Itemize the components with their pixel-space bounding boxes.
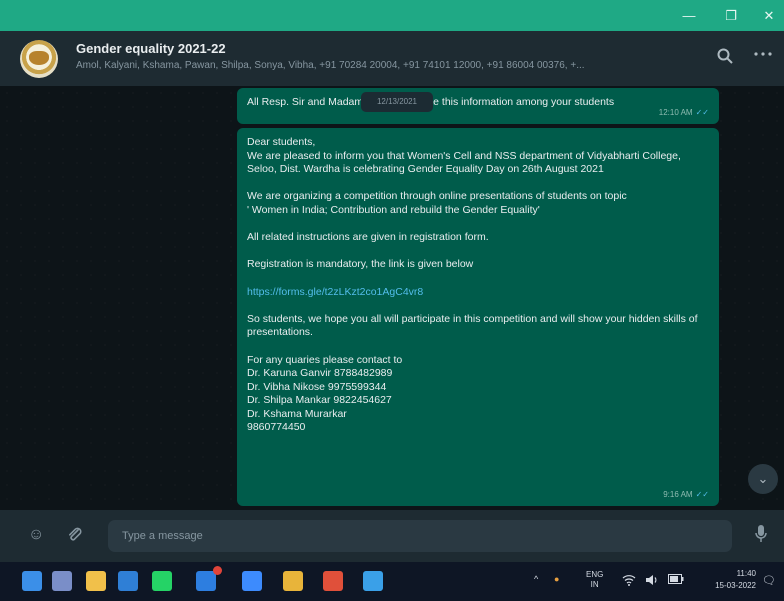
emoji-icon[interactable]: ☺	[28, 526, 50, 548]
date-chip: 12/13/2021	[361, 92, 433, 112]
office-icon[interactable]	[363, 571, 383, 591]
clock-time: 11:40	[736, 569, 756, 578]
notification-badge	[213, 566, 222, 575]
registration-link[interactable]: https://forms.gle/t2zLKzt2co1AgC4vr8	[247, 286, 709, 300]
message-line: Dr. Kshama Murarkar	[247, 407, 347, 420]
mail-icon[interactable]	[152, 571, 172, 591]
chat-messages-area[interactable]: All Resp. Sir and Madam please circulate…	[0, 86, 784, 510]
language-code: ENG	[586, 570, 604, 579]
message-bubble[interactable]: Dear students, We are pleased to inform …	[237, 128, 719, 506]
message-input[interactable]: Type a message	[108, 520, 732, 552]
group-avatar[interactable]	[20, 40, 58, 78]
window-titlebar: — ❐ ✕	[0, 0, 784, 31]
start-icon[interactable]	[22, 571, 42, 591]
clock-date: 15-03-2022	[715, 581, 756, 590]
message-time: 12:10 AM ✓✓	[659, 106, 709, 120]
read-receipt-icon: ✓✓	[695, 490, 709, 500]
whatsapp-icon[interactable]	[196, 571, 216, 591]
message-line	[247, 218, 709, 232]
message-line: ' Women in India; Contribution and rebui…	[247, 203, 540, 216]
language-indicator[interactable]: ENG IN	[586, 570, 603, 590]
message-line: Dr. Karuna Ganvir 8788482989	[247, 367, 393, 380]
message-line: For any quaries please contact to	[247, 353, 403, 366]
taskbar-clock[interactable]: 11:40 15-03-2022	[696, 568, 756, 592]
message-line	[247, 177, 709, 191]
tray-chevron-icon[interactable]: ^	[534, 574, 538, 584]
message-line: 9860774450	[247, 421, 306, 434]
message-line: Dr. Vibha Nikose 9975599344	[247, 380, 387, 393]
message-line	[247, 299, 709, 313]
message-line: Registration is mandatory, the link is g…	[247, 258, 474, 271]
tray-app-icon[interactable]: ●	[554, 574, 559, 584]
scroll-down-button[interactable]: ⌄	[748, 464, 778, 494]
message-time-text: 9:16 AM	[663, 490, 693, 500]
search-icon[interactable]	[716, 47, 736, 67]
dropbox-icon[interactable]	[283, 571, 303, 591]
chrome-icon[interactable]	[323, 571, 343, 591]
photos-icon[interactable]	[410, 571, 430, 591]
chat-header[interactable]: Gender equality 2021-22 Amol, Kalyani, K…	[0, 31, 784, 86]
search-taskbar-icon[interactable]	[52, 571, 72, 591]
minimize-button[interactable]: —	[672, 4, 706, 28]
microphone-icon[interactable]	[750, 524, 772, 548]
notifications-icon[interactable]: 🗨	[762, 574, 776, 587]
chat-members-list[interactable]: Amol, Kalyani, Kshama, Pawan, Shilpa, So…	[76, 60, 676, 71]
message-line: Dear students,	[247, 136, 316, 148]
message-line	[247, 340, 709, 354]
maximize-button[interactable]: ❐	[714, 4, 748, 28]
chat-title[interactable]: Gender equality 2021-22	[76, 41, 226, 56]
message-line: We are pleased to inform you that Women'…	[247, 149, 684, 176]
task-view-icon[interactable]	[86, 571, 106, 591]
message-line: All related instructions are given in re…	[247, 231, 489, 244]
volume-icon[interactable]	[645, 574, 659, 588]
battery-icon[interactable]	[668, 574, 684, 586]
message-composer: ☺ Type a message	[0, 510, 784, 562]
windows-taskbar: ^ ● ENG IN 11:40 15-03-2022 🗨	[0, 562, 784, 601]
more-options-icon[interactable]	[752, 45, 776, 65]
message-line: Dr. Shilpa Mankar 9822454627	[247, 394, 392, 407]
message-line	[247, 272, 709, 286]
message-bubble[interactable]: All Resp. Sir and Madam please circulate…	[237, 88, 719, 124]
store-icon[interactable]	[242, 571, 262, 591]
close-button[interactable]: ✕	[752, 4, 784, 28]
file-explorer-icon[interactable]	[118, 571, 138, 591]
wifi-icon[interactable]	[622, 574, 636, 588]
message-time: 9:16 AM ✓✓	[663, 488, 709, 502]
message-time-text: 12:10 AM	[658, 108, 693, 118]
message-line: We are organizing a competition through …	[247, 190, 627, 203]
message-line	[247, 245, 709, 259]
read-receipt-icon: ✓✓	[695, 108, 709, 118]
attach-icon[interactable]	[66, 526, 88, 548]
avatar-emblem	[29, 51, 49, 65]
message-line: So students, we hope you all will partic…	[247, 312, 701, 339]
region-code: IN	[590, 580, 599, 589]
message-text: All Resp. Sir and Madam please circulate…	[247, 96, 615, 108]
